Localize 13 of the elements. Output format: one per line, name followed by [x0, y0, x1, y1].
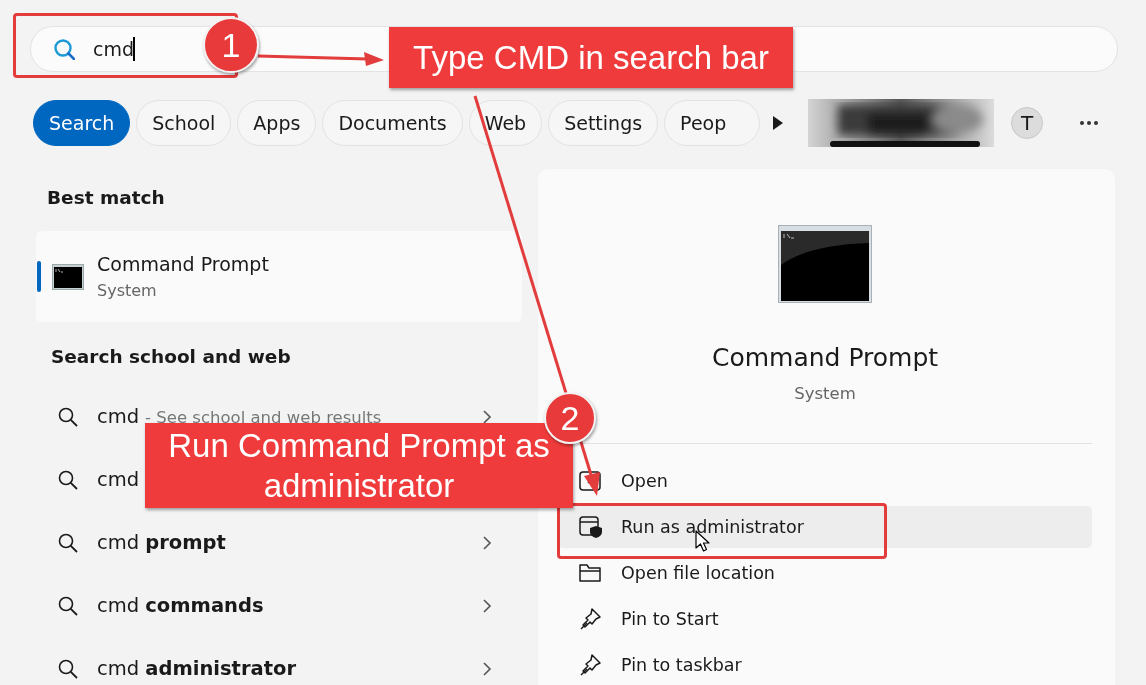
suggestion-text: cmd administrator: [97, 657, 297, 680]
app-subtitle: System: [794, 384, 856, 403]
section-heading: Search school and web: [51, 346, 291, 367]
result-subtitle: System: [97, 281, 158, 300]
suggestion-text: cmd: [97, 468, 140, 491]
suggestion-text: cmd prompt: [97, 531, 226, 554]
result-title: Command Prompt: [97, 253, 269, 275]
search-text: cmd: [93, 38, 134, 60]
suggestion-text: cmd commands: [97, 594, 264, 617]
app-title: Command Prompt: [711, 343, 939, 372]
annotation-tooltip: Type CMD in search bar: [389, 27, 793, 88]
suggestion-text: cmd: [97, 405, 140, 428]
section-heading: Best match: [47, 187, 165, 208]
